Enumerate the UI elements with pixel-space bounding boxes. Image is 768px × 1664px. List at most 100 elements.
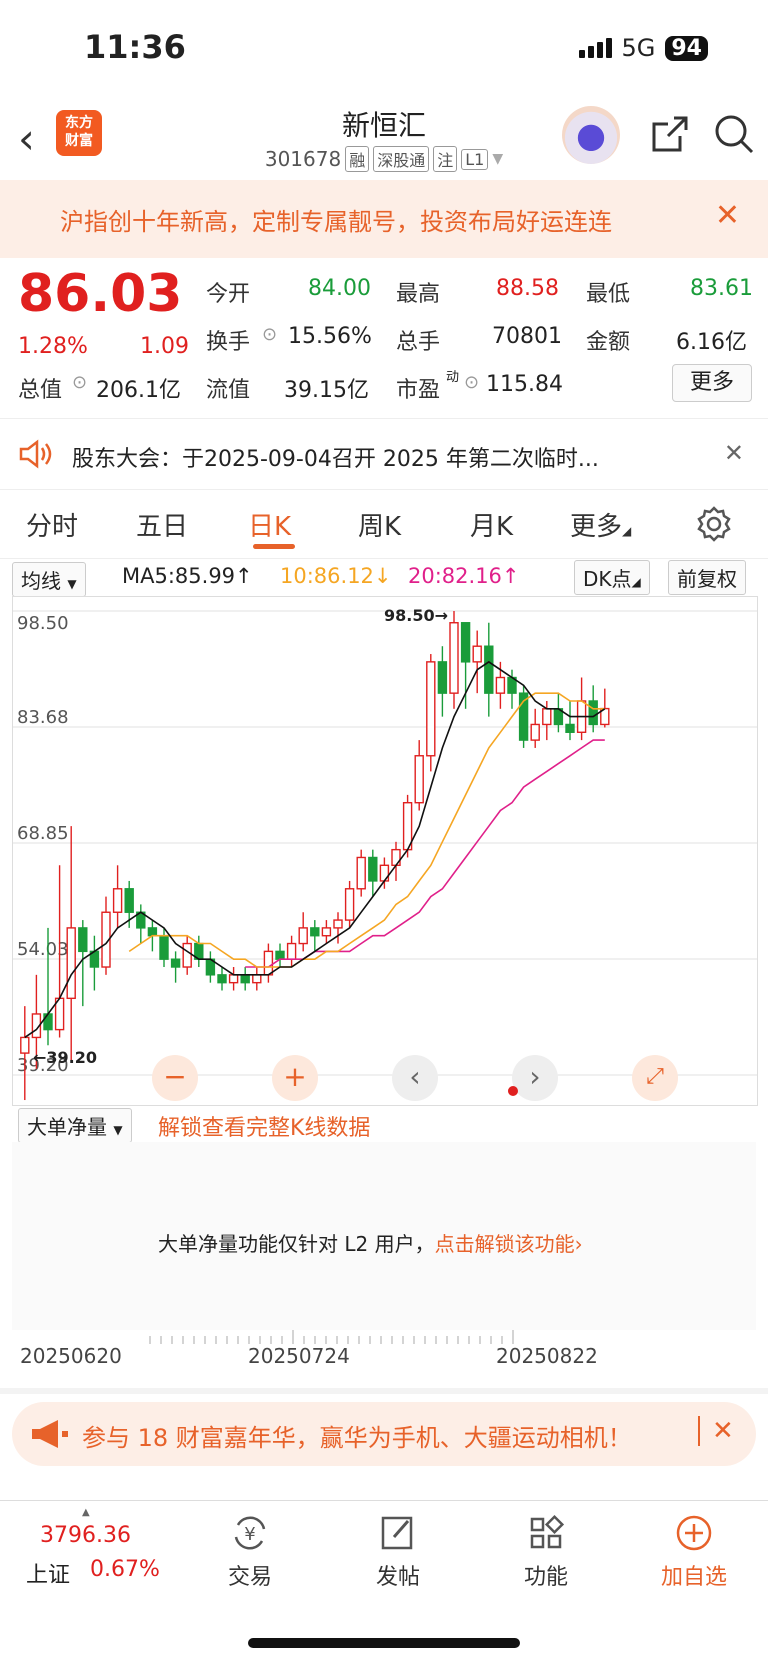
chevron-right-icon: › (574, 1232, 583, 1256)
tag-registered: 注 (433, 146, 458, 172)
notice-bar[interactable]: 股东大会：于2025-09-04召开 2025 年第二次临时... ✕ (0, 418, 768, 490)
nav-features-label: 功能 (523, 1565, 568, 1590)
next-button[interactable]: › (512, 1055, 558, 1101)
tab-daily-k[interactable]: 日K (248, 506, 291, 543)
turnover-value: 15.56% (288, 324, 372, 349)
assistant-avatar[interactable] (562, 106, 620, 164)
y-tick-label: 54.03 (17, 939, 69, 960)
close-icon[interactable]: ✕ (715, 198, 740, 233)
date-axis-ticks (149, 1330, 514, 1344)
chevron-down-icon: ◢ (622, 524, 632, 538)
chevron-down-icon: ▼ (113, 1123, 123, 1137)
volume-label: 总手 (396, 330, 441, 355)
gear-icon[interactable] (694, 504, 734, 544)
candle-body (565, 723, 575, 733)
tab-five-day[interactable]: 五日 (136, 506, 188, 543)
date-label-mid: 20250724 (248, 1344, 350, 1368)
top-banner[interactable]: 沪指创十年新高，定制专属靓号，投资布局好运连连 ✕ (0, 180, 768, 258)
tab-more-label: 更多 (570, 512, 623, 542)
promo-banner[interactable]: 参与 18 财富嘉年华，赢华为手机、大疆运动相机！ ✕ (12, 1402, 756, 1466)
candle-body (66, 927, 76, 1000)
divider (0, 1388, 768, 1394)
candle-body (240, 974, 250, 984)
candle-body (588, 700, 598, 726)
volume-value: 70801 (492, 324, 562, 349)
tab-weekly-k[interactable]: 周K (358, 506, 401, 543)
status-time: 11:36 (84, 28, 186, 66)
candlestick-chart[interactable]: 98.5083.6868.8554.0339.2098.50→←39.20 (12, 596, 758, 1106)
ma10-label: 10:86.12↓ (280, 564, 392, 588)
nav-trade[interactable]: ¥ 交易 (190, 1513, 310, 1591)
index-pct[interactable]: 0.67% (90, 1557, 160, 1582)
info-icon[interactable]: ⊙ (464, 372, 479, 393)
candle-body (472, 645, 482, 663)
locked-message-text: 大单净量功能仅针对 L2 用户， (158, 1232, 435, 1256)
zoom-in-button[interactable]: + (272, 1055, 318, 1101)
nav-trade-label: 交易 (227, 1565, 272, 1590)
volume-indicator-row: 大单净量 ▼ 解锁查看完整K线数据 (0, 1108, 768, 1143)
amount-value: 6.16亿 (676, 330, 747, 355)
info-icon[interactable]: ⊙ (72, 372, 87, 393)
megaphone-icon (32, 1420, 68, 1448)
info-icon[interactable]: ⊙ (262, 324, 277, 345)
candle-body (275, 950, 285, 960)
adjust-button[interactable]: 前复权 (668, 560, 746, 595)
indicator-select[interactable]: 均线 ▼ (12, 562, 86, 597)
ma20-label: 20:82.16↑ (408, 564, 520, 588)
index-name[interactable]: 上证 (26, 1557, 70, 1589)
battery-icon: 94 (665, 35, 708, 61)
current-price: 86.03 (18, 264, 183, 324)
candle-body (124, 888, 134, 913)
zoom-out-button[interactable]: − (152, 1055, 198, 1101)
banner-text[interactable]: 沪指创十年新高，定制专属靓号，投资布局好运连连 (60, 202, 690, 237)
more-button[interactable]: 更多 (672, 364, 752, 402)
promo-text[interactable]: 参与 18 财富嘉年华，赢华为手机、大疆运动相机！ (82, 1418, 632, 1453)
candle-body (298, 927, 308, 945)
notice-text[interactable]: 股东大会：于2025-09-04召开 2025 年第二次临时... (72, 441, 599, 473)
close-icon[interactable]: ✕ (712, 1416, 734, 1446)
dropdown-icon[interactable]: ▼ (492, 151, 503, 167)
divider (698, 1416, 700, 1446)
tab-more[interactable]: 更多◢ (570, 506, 631, 543)
change-amount: 1.09 (140, 334, 189, 359)
candle-body (379, 864, 390, 882)
close-icon[interactable]: ✕ (724, 439, 744, 467)
volume-select-label: 大单净量 (27, 1115, 107, 1139)
nav-features[interactable]: 功能 (486, 1513, 606, 1591)
unlock-link[interactable]: 解锁查看完整K线数据 (158, 1110, 370, 1142)
date-label-end: 20250822 (496, 1344, 598, 1368)
tag-level: L1 (461, 148, 489, 170)
float-label: 流值 (206, 378, 251, 403)
stock-code: 301678 (264, 147, 342, 171)
volume-panel: 大单净量功能仅针对 L2 用户，点击解锁该功能› (12, 1142, 756, 1330)
status-bar-right: 5G 94 (578, 34, 708, 62)
prev-button[interactable]: ‹ (392, 1055, 438, 1101)
chevron-down-icon: ◢ (631, 575, 641, 589)
grid-icon (530, 1514, 565, 1549)
candle-body (182, 942, 192, 968)
min-price-marker: ←39.20 (33, 1048, 97, 1067)
unlock-feature-link[interactable]: 点击解锁该功能 (435, 1232, 575, 1256)
stock-header: ‹ 东方 财富 新恒汇 301678 融 深股通 注 L1 ▼ (0, 96, 768, 180)
nav-add-watchlist[interactable]: 加自选 (634, 1513, 754, 1591)
indicator-select-label: 均线 (21, 569, 61, 593)
plus-circle-icon (676, 1515, 712, 1551)
tab-monthly-k[interactable]: 月K (470, 506, 513, 543)
nav-post[interactable]: 发帖 (338, 1513, 458, 1591)
dk-point-button[interactable]: DK点◢ (574, 560, 650, 595)
candle-body (263, 950, 274, 976)
low-value: 83.61 (690, 276, 753, 301)
candle-body (484, 645, 494, 694)
share-icon[interactable] (648, 112, 692, 156)
pe-value: 115.84 (486, 372, 563, 397)
volume-select[interactable]: 大单净量 ▼ (18, 1108, 132, 1143)
search-icon[interactable] (712, 112, 756, 156)
chevron-down-icon: ▼ (67, 577, 77, 591)
tab-intraday[interactable]: 分时 (26, 506, 78, 543)
index-value[interactable]: 3796.36 (40, 1523, 131, 1548)
amount-label: 金额 (586, 330, 631, 355)
expand-button[interactable]: ⤢ (632, 1055, 678, 1101)
candle-body (170, 958, 181, 968)
candle-body (344, 888, 355, 921)
candle-body (356, 856, 366, 890)
